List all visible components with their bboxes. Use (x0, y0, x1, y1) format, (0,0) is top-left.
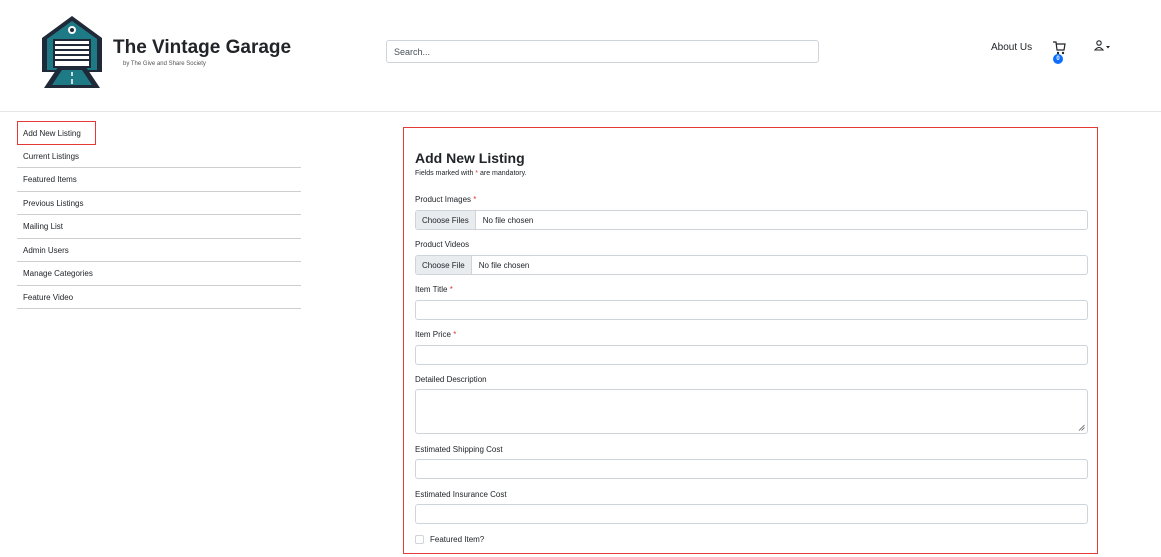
sidebar-item-feature-video[interactable]: Feature Video (17, 286, 301, 309)
estimated-shipping-label: Estimated Shipping Cost (415, 445, 503, 454)
sidebar-item-current-listings[interactable]: Current Listings (17, 145, 301, 168)
product-videos-file-input[interactable]: Choose File No file chosen (415, 255, 1088, 275)
choose-file-button[interactable]: Choose File (416, 256, 472, 274)
choose-files-button[interactable]: Choose Files (416, 211, 476, 229)
garage-logo-icon[interactable] (40, 14, 104, 90)
brand-subtitle: by The Give and Share Society (123, 61, 206, 67)
mandatory-note: Fields marked with * are mandatory. (415, 170, 527, 177)
detailed-description-label: Detailed Description (415, 375, 487, 384)
sidebar-item-mailing-list[interactable]: Mailing List (17, 215, 301, 239)
product-images-file-input[interactable]: Choose Files No file chosen (415, 210, 1088, 230)
add-listing-form: Add New Listing Fields marked with * are… (403, 127, 1098, 554)
estimated-insurance-label: Estimated Insurance Cost (415, 490, 507, 499)
sidebar-item-admin-users[interactable]: Admin Users (17, 239, 301, 262)
cart-count-badge: 0 (1053, 54, 1063, 64)
product-videos-status: No file chosen (478, 260, 530, 270)
item-title-label: Item Title * (415, 285, 453, 294)
sidebar-item-add-new-listing[interactable]: Add New Listing (17, 121, 96, 145)
product-images-label: Product Images * (415, 195, 477, 204)
item-price-input[interactable] (415, 345, 1088, 365)
caret-down-icon (1106, 46, 1110, 49)
featured-item-label[interactable]: Featured Item? (430, 535, 484, 544)
about-us-link[interactable]: About Us (991, 42, 1032, 53)
search-input[interactable] (386, 40, 819, 63)
item-price-label: Item Price * (415, 330, 457, 339)
product-images-status: No file chosen (482, 215, 534, 225)
product-videos-label: Product Videos (415, 240, 470, 249)
featured-item-checkbox[interactable] (415, 535, 424, 544)
featured-item-row[interactable]: Featured Item? (415, 535, 484, 544)
detailed-description-textarea[interactable] (415, 389, 1088, 434)
estimated-shipping-input[interactable] (415, 459, 1088, 479)
form-title: Add New Listing (415, 150, 525, 166)
sidebar-item-manage-categories[interactable]: Manage Categories (17, 262, 301, 286)
note-suffix: are mandatory. (478, 170, 527, 177)
sidebar-item-previous-listings[interactable]: Previous Listings (17, 192, 301, 215)
user-icon[interactable] (1094, 40, 1110, 52)
note-prefix: Fields marked with (415, 170, 476, 177)
header: The Vintage Garage by The Give and Share… (0, 0, 1161, 112)
admin-sidebar: Add New Listing Current Listings Feature… (17, 121, 301, 309)
item-title-input[interactable] (415, 300, 1088, 320)
sidebar-item-featured-items[interactable]: Featured Items (17, 168, 301, 192)
brand-title[interactable]: The Vintage Garage (113, 37, 291, 59)
estimated-insurance-input[interactable] (415, 504, 1088, 524)
resize-handle-icon[interactable] (1078, 424, 1085, 431)
